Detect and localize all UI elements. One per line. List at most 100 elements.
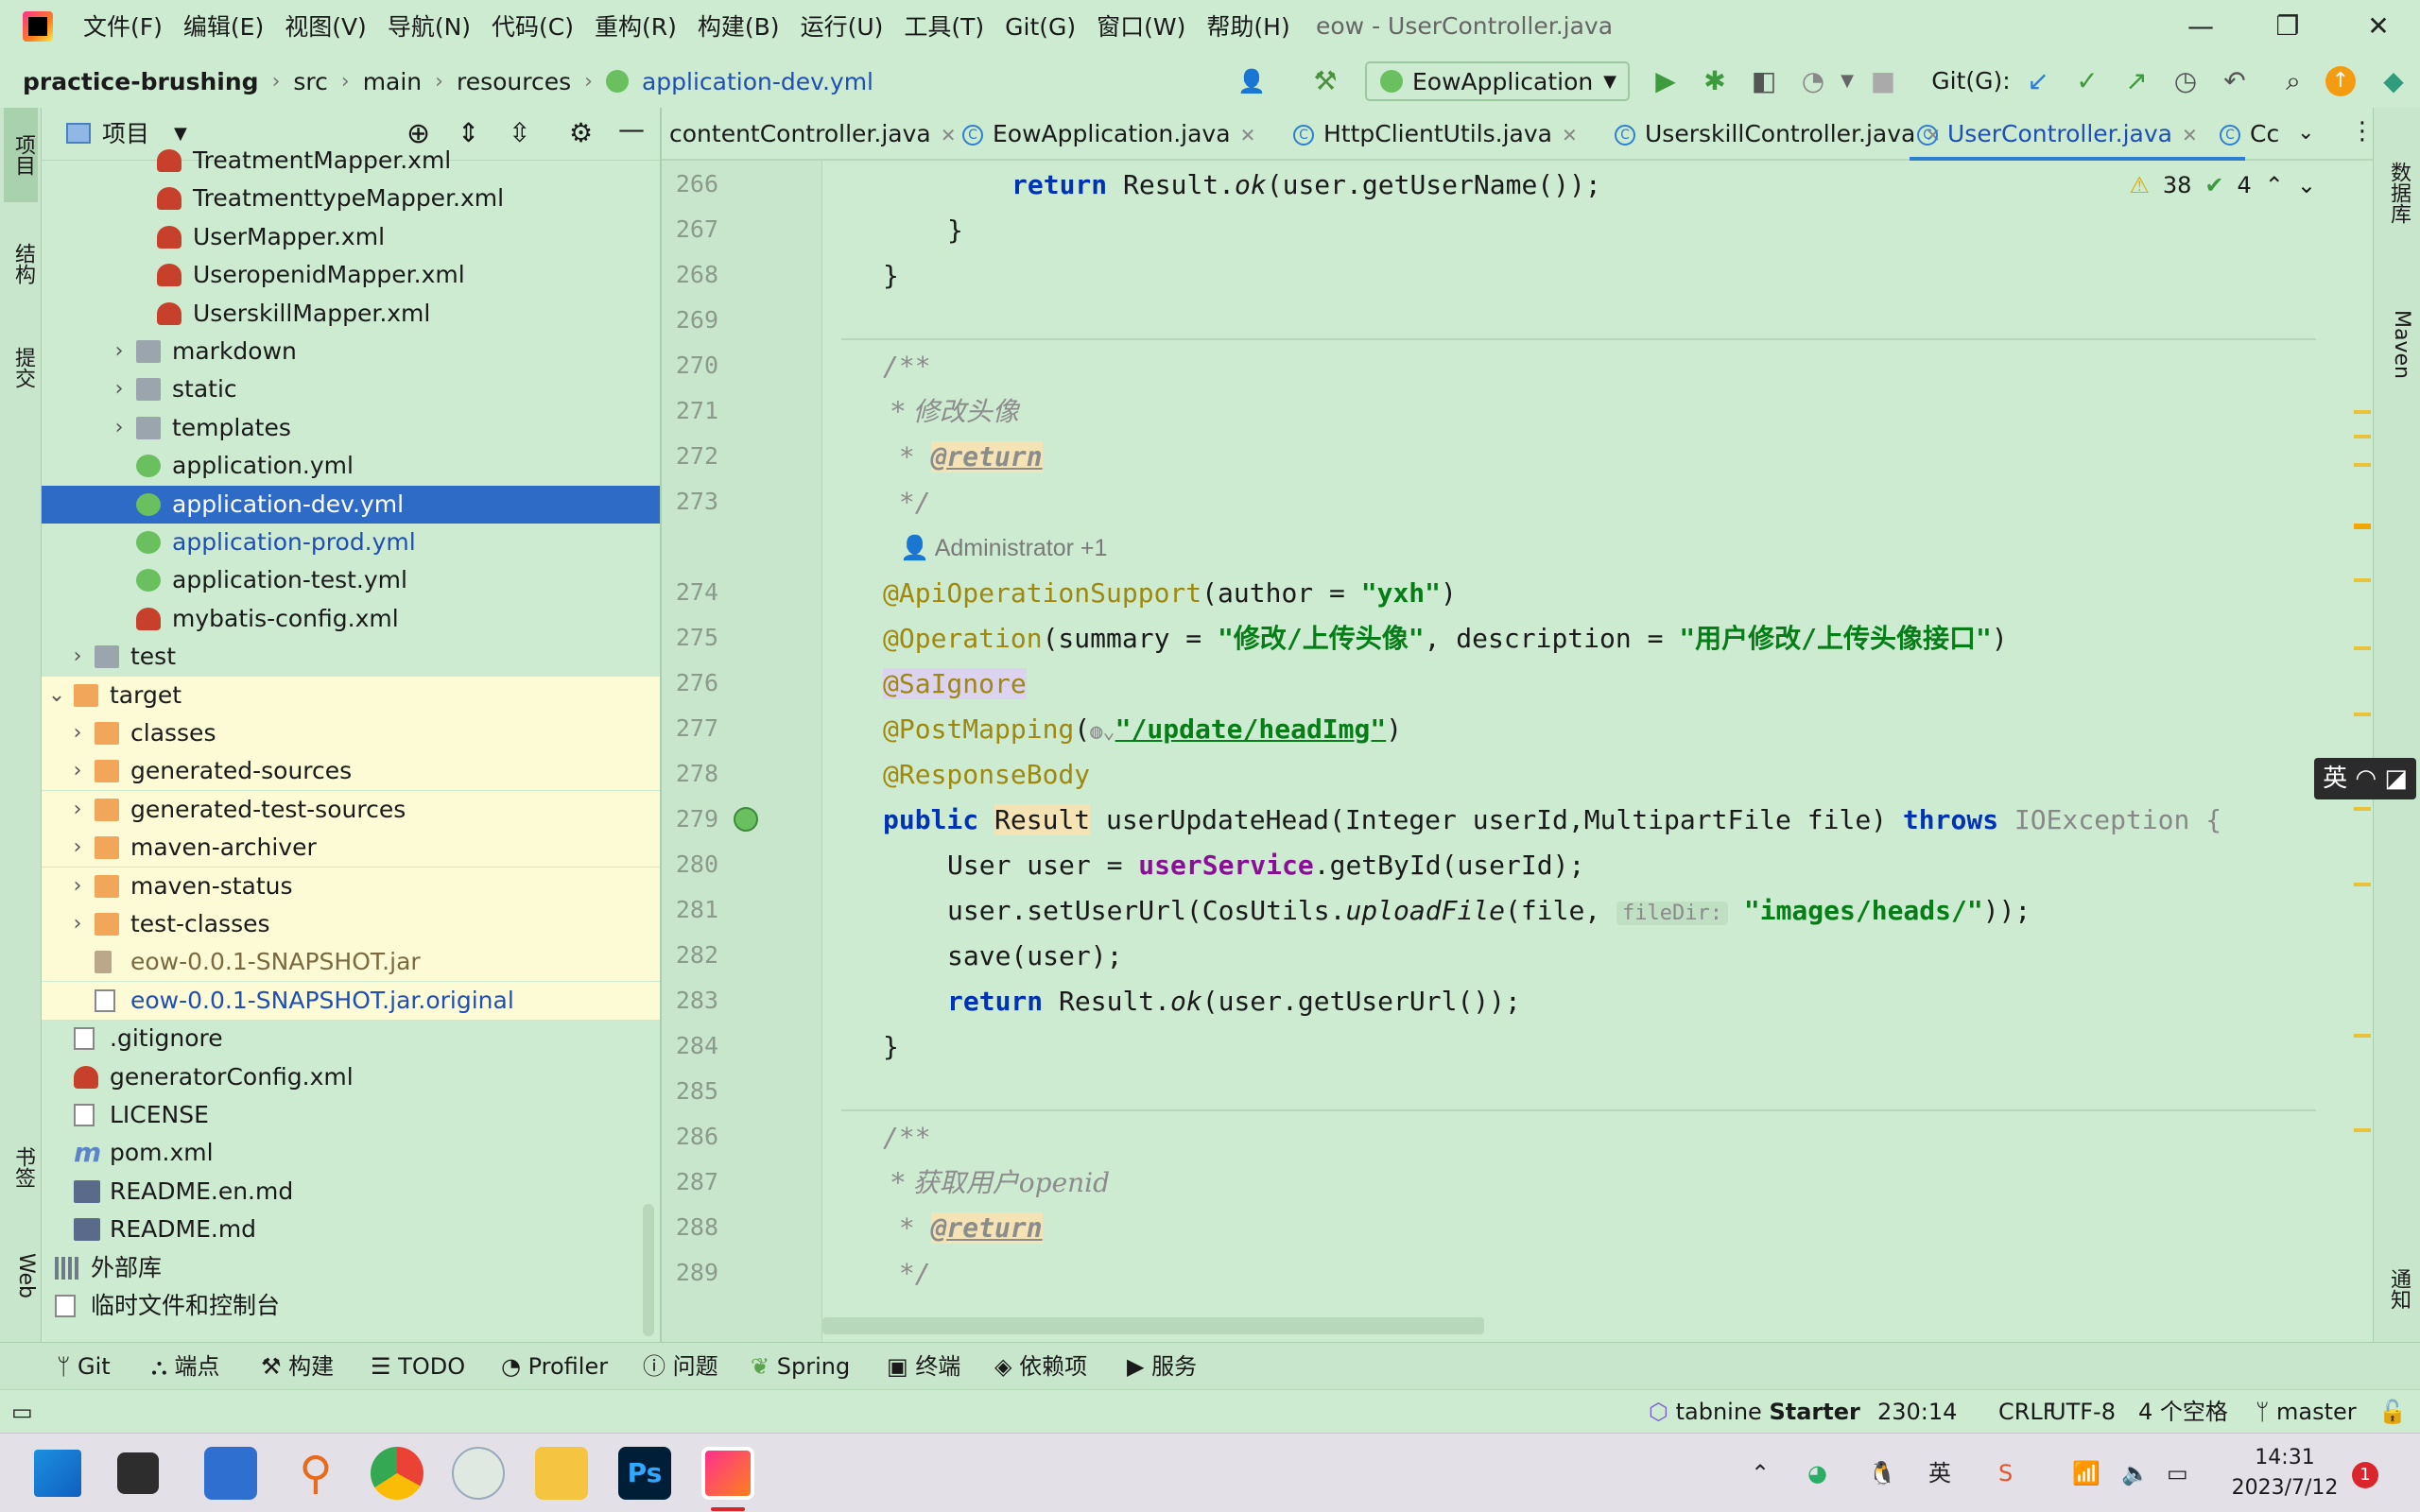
line-separator[interactable]: CRLF (1998, 1390, 2056, 1434)
menu-git[interactable]: Git(G) (1005, 0, 1076, 55)
tree-item[interactable]: › 外部库 (42, 1249, 660, 1287)
line-number[interactable]: 279 (662, 805, 718, 833)
sogou-tray-icon[interactable]: S (1998, 1434, 2013, 1512)
project-tool-tab[interactable]: 项目 (4, 108, 38, 202)
line-number[interactable]: 266 (662, 170, 718, 198)
tabnine-widget[interactable]: ⬡ tabnine Starter (1649, 1390, 1860, 1434)
tree-scrollbar[interactable] (643, 1204, 654, 1336)
jetbrains-logo-icon[interactable]: ◆ (2377, 64, 2411, 98)
line-number[interactable]: 275 (662, 624, 718, 651)
qq-tray-icon[interactable]: 🐧 (1868, 1434, 1896, 1512)
tree-item[interactable]: ⌄ target (42, 676, 660, 714)
menu-edit[interactable]: 编辑(E) (183, 0, 264, 55)
more-run-chevron-icon[interactable]: ▼ (1830, 64, 1864, 98)
chevron-right-icon[interactable]: › (68, 868, 87, 905)
line-number[interactable]: 283 (662, 987, 718, 1014)
tree-item[interactable]: › classes (42, 714, 660, 752)
user-icon[interactable]: 👤 (1235, 64, 1269, 98)
ime-floating-bar[interactable]: 英 ◠ ◪ (2314, 758, 2416, 799)
coverage-icon[interactable]: ◧ (1747, 64, 1781, 98)
run-icon[interactable]: ▶ (1649, 64, 1683, 98)
web-tool-tab[interactable]: Web (4, 1228, 38, 1323)
profiler-tool-button[interactable]: ◔ Profiler (501, 1343, 608, 1390)
caret-position[interactable]: 230:14 (1877, 1390, 1957, 1434)
line-number[interactable]: 289 (662, 1259, 718, 1286)
windows-start-icon[interactable] (34, 1450, 81, 1497)
tree-item[interactable]: application-test.yml (42, 561, 660, 599)
tree-item[interactable]: .gitignore (42, 1020, 660, 1057)
line-number[interactable]: 271 (662, 397, 718, 424)
minimize-icon[interactable]: — (2182, 8, 2220, 45)
run-configuration-select[interactable]: EowApplication ▼ (1365, 61, 1630, 101)
history-icon[interactable]: ◷ (2169, 64, 2203, 98)
line-number[interactable]: 268 (662, 261, 718, 288)
menu-tools[interactable]: 工具(T) (904, 0, 984, 55)
battery-icon[interactable]: ▭ (2167, 1434, 2188, 1512)
volume-icon[interactable]: 🔈 (2121, 1434, 2150, 1512)
line-number[interactable]: 269 (662, 306, 718, 334)
git-commit-icon[interactable]: ✓ (2070, 64, 2104, 98)
menu-run[interactable]: 运行(U) (801, 0, 884, 55)
tree-item[interactable]: UserMapper.xml (42, 218, 660, 256)
tab-eow-application[interactable]: C EowApplication.java ✕ (955, 108, 1314, 161)
close-tab-icon[interactable]: ✕ (941, 124, 957, 146)
file-explorer-icon[interactable] (535, 1447, 588, 1500)
spring-tool-button[interactable]: ❦ Spring (751, 1343, 850, 1390)
breadcrumb-project[interactable]: practice-brushing (23, 68, 259, 95)
restore-icon[interactable]: ❐ (2269, 8, 2307, 45)
tree-item[interactable]: eow-0.0.1-SNAPSHOT.jar (42, 943, 660, 982)
breadcrumb-resources[interactable]: resources (457, 68, 571, 95)
line-number[interactable]: 267 (662, 215, 718, 243)
tree-item[interactable]: › generated-sources (42, 752, 660, 791)
profile-icon[interactable]: ◔ (1796, 64, 1830, 98)
breadcrumb-main[interactable]: main (363, 68, 422, 95)
notification-badge[interactable]: 1 (2352, 1462, 2378, 1488)
line-number[interactable]: 272 (662, 442, 718, 470)
tree-item[interactable]: UserskillMapper.xml (42, 295, 660, 333)
search-icon[interactable]: ⌕ (2276, 64, 2310, 98)
services-tool-button[interactable]: ▶ 服务 (1127, 1343, 1197, 1390)
commit-tool-tab[interactable]: 提交 (4, 325, 38, 410)
close-icon[interactable]: ✕ (2360, 8, 2397, 45)
tab-overflow[interactable]: C Cc (2212, 108, 2278, 161)
dependencies-tool-button[interactable]: ◈ 依赖项 (994, 1343, 1087, 1390)
chevron-right-icon[interactable]: › (110, 370, 129, 408)
horizontal-scrollbar[interactable] (822, 1317, 1484, 1334)
toggle-tool-windows-icon[interactable]: ▭ (11, 1390, 33, 1434)
menu-view[interactable]: 视图(V) (285, 0, 367, 55)
chevron-right-icon[interactable]: › (42, 1287, 47, 1325)
tree-item[interactable]: TreatmenttypeMapper.xml (42, 180, 660, 217)
update-icon[interactable]: ↑ (2325, 66, 2356, 96)
search-app-icon[interactable]: ⚲ (289, 1447, 342, 1500)
notifications-tool-tab[interactable]: 通知 (2379, 1242, 2413, 1336)
intellij-taskbar-icon[interactable] (701, 1447, 754, 1500)
tree-item[interactable]: m pom.xml (42, 1134, 660, 1172)
chrome-icon[interactable] (371, 1447, 424, 1500)
tab-user-controller[interactable]: C UserController.java ✕ (1910, 108, 2245, 161)
todo-tool-button[interactable]: ☰ TODO (371, 1343, 465, 1390)
tree-item[interactable]: › maven-status (42, 867, 660, 905)
line-number[interactable]: 277 (662, 714, 718, 742)
line-number[interactable]: 284 (662, 1032, 718, 1059)
code-view[interactable]: return Result.ok(user.getUserName()); } … (822, 161, 2335, 1342)
chevron-right-icon[interactable]: › (68, 638, 87, 676)
line-number[interactable]: 281 (662, 896, 718, 923)
line-number[interactable]: 285 (662, 1077, 718, 1105)
close-tab-icon[interactable]: ✕ (2182, 124, 2198, 146)
menu-code[interactable]: 代码(C) (492, 0, 574, 55)
line-number[interactable]: 282 (662, 941, 718, 969)
hide-panel-icon[interactable]: — (618, 113, 645, 145)
previous-highlight-icon[interactable]: ⌃ (2265, 172, 2284, 198)
tree-item[interactable]: generatorConfig.xml (42, 1058, 660, 1096)
rollback-icon[interactable]: ↶ (2218, 64, 2252, 98)
line-number[interactable]: 273 (662, 488, 718, 515)
wifi-icon[interactable]: 📶 (2072, 1434, 2100, 1512)
chevron-right-icon[interactable]: › (68, 791, 87, 829)
stop-icon[interactable]: ■ (1866, 64, 1900, 98)
tree-item[interactable]: UseropenidMapper.xml (42, 256, 660, 294)
breadcrumb-file[interactable]: application-dev.yml (642, 68, 873, 95)
git-tool-button[interactable]: ᛘ Git (57, 1343, 111, 1390)
indent-setting[interactable]: 4 个空格 (2138, 1390, 2228, 1434)
more-options-icon[interactable]: ⋮ (2350, 117, 2375, 146)
tree-item[interactable]: application-prod.yml (42, 524, 660, 561)
